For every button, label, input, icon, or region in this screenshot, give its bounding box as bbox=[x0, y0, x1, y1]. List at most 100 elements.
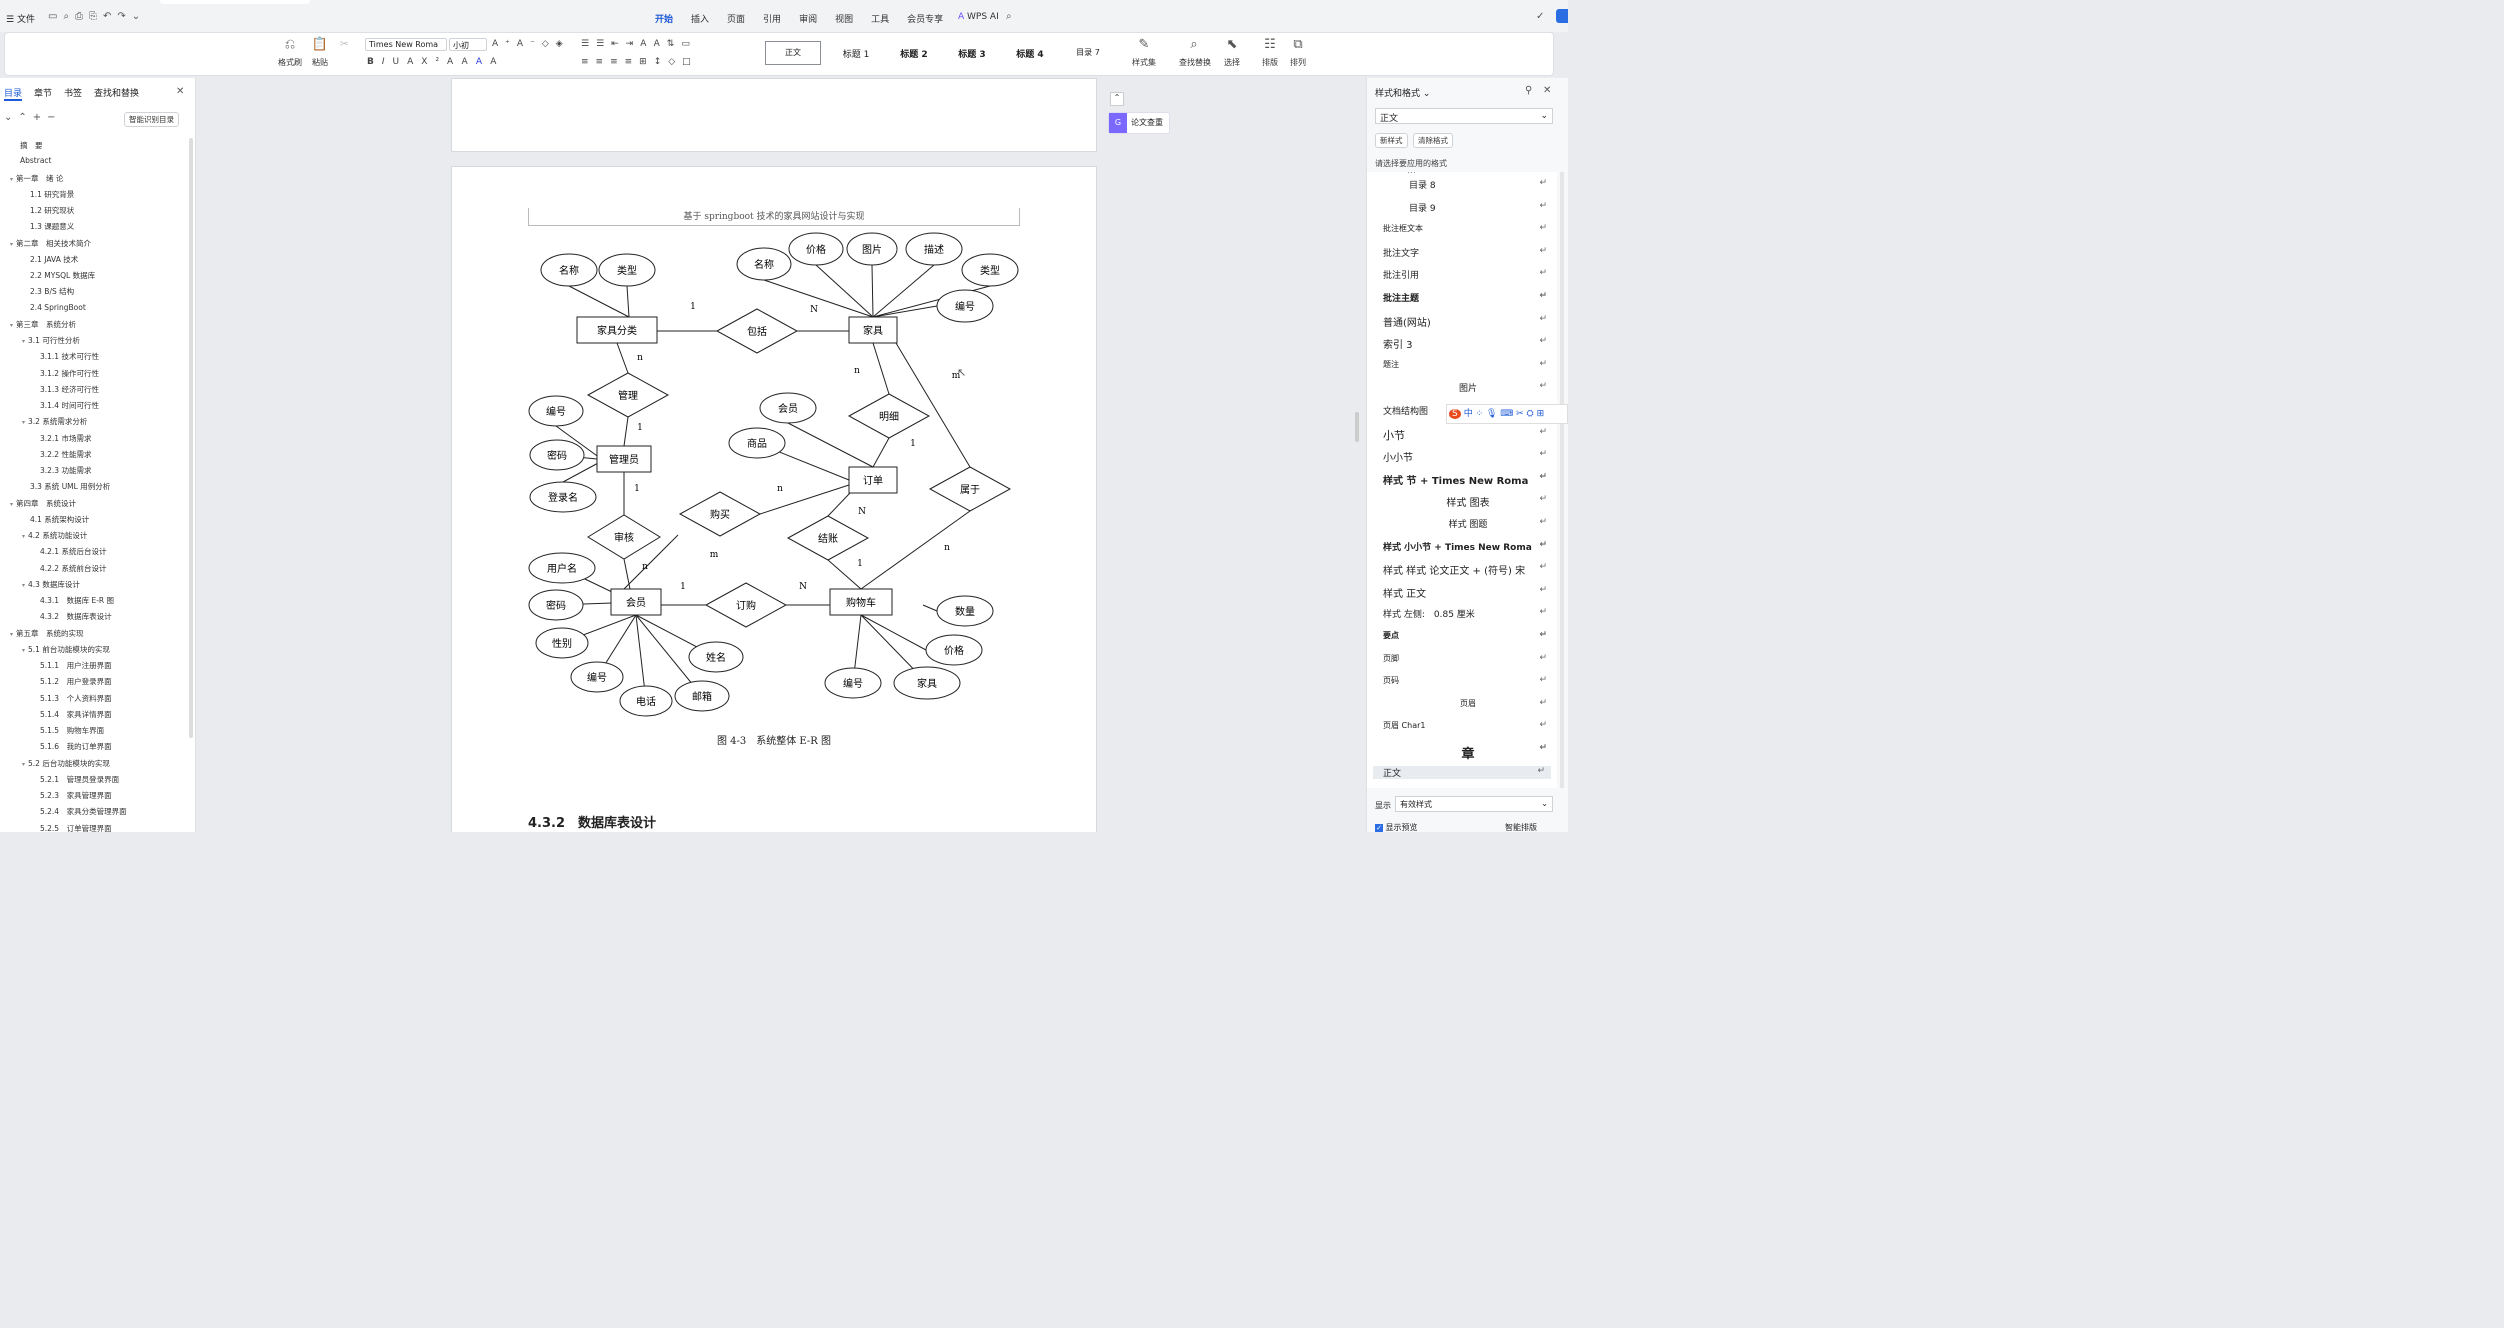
er-attribute-label: 名称 bbox=[559, 264, 579, 277]
style-item-label: 目录 9 bbox=[1409, 203, 1436, 214]
paragraph-mark-icon: ↵ bbox=[1539, 449, 1547, 460]
er-attribute-label: 编号 bbox=[587, 671, 607, 684]
er-connector bbox=[872, 437, 890, 468]
share-button[interactable] bbox=[1556, 9, 1568, 23]
style-item[interactable]: 题注 ↵ bbox=[1383, 359, 1553, 370]
er-attribute-label: 类型 bbox=[980, 264, 1000, 277]
er-connector bbox=[815, 264, 874, 318]
style-item-label: 索引 3 bbox=[1383, 340, 1413, 352]
er-attribute-label: 价格 bbox=[944, 644, 964, 657]
section-heading: 4.3.2 数据库表设计 bbox=[528, 816, 657, 831]
paragraph-mark-icon: ↵ bbox=[1539, 652, 1547, 663]
style-item[interactable]: 目录 8 ↵ bbox=[1383, 178, 1553, 191]
paragraph-mark-icon: ↵ bbox=[1539, 291, 1547, 301]
style-item[interactable]: 小小节 ↵ bbox=[1383, 449, 1553, 464]
style-item[interactable]: 批注文字 ↵ bbox=[1383, 246, 1553, 259]
pin-icon[interactable]: ⚲ bbox=[1525, 85, 1532, 96]
style-row-partial[interactable]: … bbox=[1407, 172, 1557, 176]
paragraph-mark-icon: ↵ bbox=[1539, 471, 1547, 482]
paragraph-mark-icon: ↵ bbox=[1539, 562, 1547, 573]
smart-layout-button[interactable]: 智能排版 bbox=[1505, 822, 1537, 832]
checkbox-checked-icon: ✓ bbox=[1375, 824, 1383, 832]
er-attribute-label: 家具 bbox=[917, 677, 937, 690]
style-item-label: 页码 bbox=[1383, 676, 1399, 686]
style-item[interactable]: 页脚 ↵ bbox=[1383, 653, 1553, 664]
styles-pane: 样式和格式 ⌄ ⚲ ✕ 正文 ⌄ 新样式 清除格式 请选择要应用的格式 … 目录 8… bbox=[1366, 78, 1568, 832]
er-connector bbox=[860, 510, 971, 590]
style-item-label: 样式 左侧: 0.85 厘米 bbox=[1383, 610, 1475, 621]
style-item[interactable]: 图片 ↵ bbox=[1383, 381, 1553, 394]
paragraph-mark-icon: ↵ bbox=[1539, 200, 1547, 211]
style-item[interactable]: 小节 ↵ bbox=[1383, 427, 1553, 443]
style-item[interactable]: 页眉 Char1 ↵ bbox=[1383, 720, 1553, 731]
style-item-label: 样式 正文 bbox=[1383, 588, 1427, 600]
style-list-scrollbar[interactable] bbox=[1560, 172, 1564, 788]
style-item-label: 小节 bbox=[1383, 428, 1405, 442]
er-attribute-label: 编号 bbox=[546, 405, 566, 418]
style-item[interactable]: 索引 3 ↵ bbox=[1383, 336, 1553, 351]
style-item[interactable]: 样式 小小节 + Times New Roma ↵ bbox=[1383, 540, 1553, 553]
style-item-label: 章 bbox=[1461, 747, 1475, 762]
style-item[interactable]: 目录 9 ↵ bbox=[1383, 201, 1553, 214]
styles-pane-title[interactable]: 样式和格式 ⌄ bbox=[1375, 86, 1430, 99]
er-connector bbox=[827, 559, 862, 590]
style-item[interactable]: 批注引用 ↵ bbox=[1383, 268, 1553, 281]
er-entity-label: 家具 bbox=[863, 324, 883, 337]
clear-format-button[interactable]: 清除格式 bbox=[1413, 133, 1453, 148]
er-cardinality-label: 1 bbox=[637, 423, 643, 433]
er-cardinality-label: n bbox=[637, 353, 643, 363]
er-attribute-label: 用户名 bbox=[547, 562, 577, 575]
style-item[interactable]: 样式 图题 ↵ bbox=[1383, 517, 1553, 530]
close-icon[interactable]: ✕ bbox=[1543, 85, 1551, 96]
show-label: 显示 bbox=[1375, 801, 1391, 810]
show-preview-checkbox[interactable]: ✓ 显示预览 bbox=[1375, 822, 1418, 832]
chevron-down-icon: ⌄ bbox=[1541, 799, 1548, 808]
style-item[interactable]: 普通(网站) ↵ bbox=[1383, 314, 1553, 329]
style-item[interactable]: 样式 左侧: 0.85 厘米 ↵ bbox=[1383, 607, 1553, 620]
style-item[interactable]: 正文 ↵ bbox=[1373, 765, 1551, 779]
paragraph-mark-icon: ↵ bbox=[1537, 765, 1545, 776]
er-connector bbox=[872, 342, 890, 395]
current-style-value: 正文 bbox=[1380, 114, 1399, 124]
er-attribute-label: 密码 bbox=[547, 449, 567, 462]
ime-toolbar[interactable]: S中 ⁘ 🎙 ⌨ ✂ ⛭ ⊞ bbox=[1446, 404, 1568, 424]
style-item[interactable]: 样式 图表 ↵ bbox=[1383, 494, 1553, 509]
er-cardinality-label: N bbox=[858, 507, 866, 517]
paragraph-mark-icon: ↵ bbox=[1539, 426, 1547, 437]
style-item[interactable]: 章 ↵ bbox=[1383, 743, 1553, 762]
cloud-sync-icon[interactable]: ✓ bbox=[1536, 11, 1544, 22]
paragraph-mark-icon: ↵ bbox=[1539, 245, 1547, 256]
style-item[interactable]: 批注主题 ↵ bbox=[1383, 291, 1553, 304]
style-item[interactable]: 页码 ↵ bbox=[1383, 675, 1553, 686]
paragraph-mark-icon: ↵ bbox=[1539, 178, 1547, 188]
style-item[interactable]: 样式 样式 论文正文 + (符号) 宋 ↵ bbox=[1383, 562, 1553, 577]
show-select[interactable]: 有效样式 ⌄ bbox=[1395, 796, 1553, 812]
current-style-select[interactable]: 正文 ⌄ bbox=[1375, 108, 1553, 124]
er-entity-label: 管理员 bbox=[609, 453, 639, 466]
style-item-label: 批注主题 bbox=[1383, 294, 1420, 304]
style-item-label: 题注 bbox=[1383, 359, 1399, 369]
er-attribute-label: 类型 bbox=[617, 264, 637, 277]
style-item[interactable]: 要点 ↵ bbox=[1383, 630, 1553, 641]
paragraph-mark-icon: ↵ bbox=[1539, 607, 1547, 618]
styles-hint: 请选择要应用的格式 bbox=[1375, 159, 1447, 168]
er-relationship-label: 明细 bbox=[879, 410, 899, 423]
er-connector bbox=[616, 342, 629, 374]
document-scrollbar[interactable] bbox=[1355, 412, 1359, 442]
style-item[interactable]: 样式 节 + Times New Roma ↵ bbox=[1383, 472, 1553, 487]
style-item-label: 文档结构图 bbox=[1383, 407, 1429, 417]
style-item[interactable]: 页眉 ↵ bbox=[1383, 698, 1553, 709]
new-style-button[interactable]: 新样式 bbox=[1375, 133, 1408, 148]
style-list: … 目录 8↵ 目录 9 ↵ 批注框文本↵ 批注文字↵ 批注引用↵ 批注主题 ↵ 普通(网站)↵ 索… bbox=[1367, 172, 1557, 788]
er-connector bbox=[626, 285, 630, 318]
style-item[interactable]: 批注框文本 ↵ bbox=[1383, 223, 1553, 234]
style-item-label: 页眉 Char1 bbox=[1383, 721, 1426, 731]
sogou-logo-icon: S bbox=[1449, 409, 1461, 419]
style-item[interactable]: 样式 正文 ↵ bbox=[1383, 585, 1553, 600]
er-connector bbox=[871, 264, 874, 318]
er-relationship-label: 包括 bbox=[747, 325, 767, 338]
er-connector bbox=[872, 305, 938, 318]
paragraph-mark-icon: ↵ bbox=[1539, 358, 1547, 369]
er-attribute-label: 价格 bbox=[806, 243, 826, 256]
style-item-label: 样式 样式 论文正文 + (符号) 宋 bbox=[1383, 566, 1526, 578]
